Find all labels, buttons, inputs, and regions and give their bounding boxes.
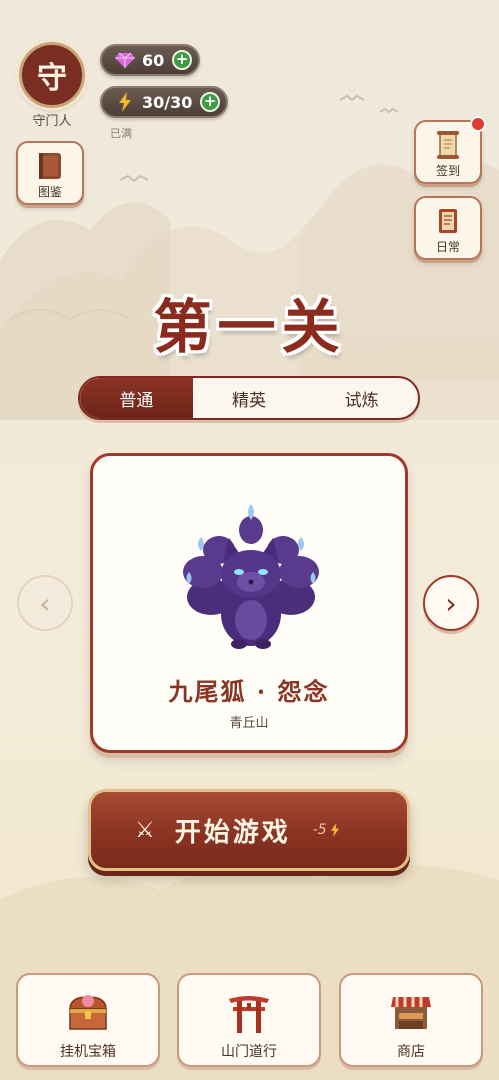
difficulty-tabs: 普通 精英 试炼 xyxy=(78,376,420,420)
chevron-left-icon: ‹ xyxy=(39,586,51,620)
energy-value: 30/30 xyxy=(142,92,193,112)
checkin-button[interactable]: 签到 xyxy=(414,116,486,184)
treasure-chest-icon xyxy=(18,991,158,1035)
tab-elite[interactable]: 精英 xyxy=(193,378,306,418)
start-game-button[interactable]: ⚔ 开始游戏 -5 xyxy=(88,789,410,871)
codex-button[interactable]: 图鉴 xyxy=(16,141,84,205)
tab-trial[interactable]: 试炼 xyxy=(305,378,418,418)
energy-counter: 30/30 + xyxy=(100,86,228,118)
nav-sect-cultivation-label: 山门道行 xyxy=(221,1044,277,1060)
codex-label: 图鉴 xyxy=(37,185,62,199)
player-profile[interactable]: 守 守门人 xyxy=(16,42,88,129)
daily-button[interactable]: 日常 xyxy=(414,196,482,260)
nav-idle-chest-label: 挂机宝箱 xyxy=(60,1044,116,1060)
daily-scroll-icon xyxy=(416,204,480,238)
gems-counter: 60 + xyxy=(100,44,200,76)
scroll-icon xyxy=(416,128,480,162)
add-gems-button[interactable]: + xyxy=(172,50,192,70)
notification-dot xyxy=(470,116,486,132)
book-icon xyxy=(18,149,82,183)
boss-card[interactable]: 九尾狐 · 怨念 青丘山 xyxy=(90,453,408,753)
energy-cost: -5 xyxy=(313,822,340,838)
checkin-label: 签到 xyxy=(435,164,460,178)
player-name: 守门人 xyxy=(32,114,72,129)
torii-gate-icon xyxy=(179,991,319,1035)
crossed-swords-icon: ⚔ xyxy=(135,817,155,843)
daily-label: 日常 xyxy=(435,240,460,254)
next-level-button[interactable]: › xyxy=(423,575,479,631)
nav-idle-chest[interactable]: 挂机宝箱 xyxy=(16,973,160,1067)
chevron-right-icon: › xyxy=(445,586,457,620)
avatar[interactable]: 守 xyxy=(19,42,85,108)
cost-lightning-icon xyxy=(330,823,339,837)
nine-tailed-fox-icon xyxy=(183,504,319,649)
start-game-label: 开始游戏 xyxy=(174,817,291,848)
level-title: 第一关 xyxy=(153,293,346,361)
nav-shop-label: 商店 xyxy=(397,1044,425,1060)
lightning-icon xyxy=(114,92,136,112)
tab-normal[interactable]: 普通 xyxy=(80,378,193,418)
add-energy-button[interactable]: + xyxy=(200,92,220,112)
energy-cost-value: -5 xyxy=(312,822,327,838)
nav-sect-cultivation[interactable]: 山门道行 xyxy=(177,973,321,1067)
prev-level-button[interactable]: ‹ xyxy=(17,575,73,631)
boss-name: 九尾狐 · 怨念 xyxy=(168,677,330,706)
gem-icon xyxy=(114,50,136,70)
boss-location: 青丘山 xyxy=(229,716,269,731)
gems-value: 60 xyxy=(142,50,165,70)
nav-shop[interactable]: 商店 xyxy=(339,973,483,1067)
energy-status: 已满 xyxy=(110,127,132,140)
shop-stall-icon xyxy=(341,991,481,1035)
